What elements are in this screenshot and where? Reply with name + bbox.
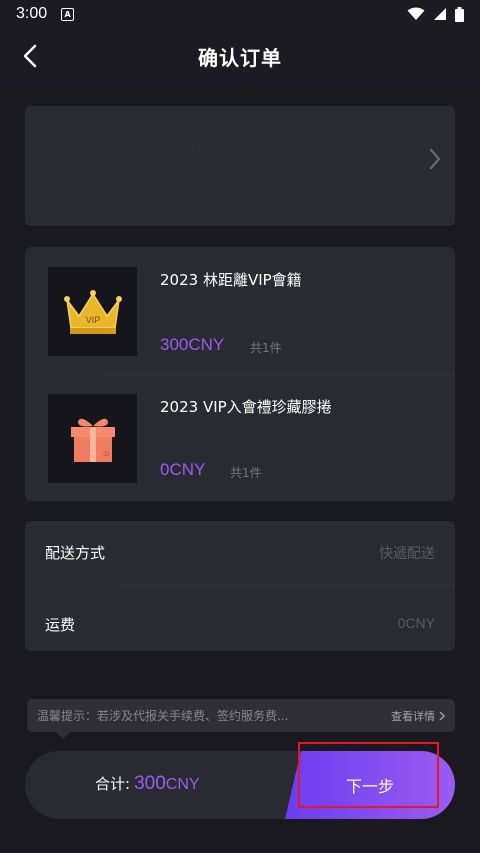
vip-crown-icon: VIP [63, 289, 122, 334]
battery-icon [455, 6, 464, 22]
gift-box-label: JJ [103, 452, 109, 458]
product-list: VIP 2023 林距離VIP會籍 300CNY 共1件 JJ 2023 VIP… [25, 247, 455, 501]
product-thumbnail: VIP [48, 267, 137, 356]
tip-pointer [55, 731, 71, 739]
product-item[interactable]: VIP 2023 林距離VIP會籍 300CNY 共1件 [25, 247, 455, 373]
total-amount-number: 300 [134, 773, 166, 794]
delivery-method-value[interactable]: 快遞配送 [379, 543, 435, 563]
product-quantity: 共1件 [250, 341, 282, 355]
chevron-right-icon [429, 148, 441, 170]
total-amount-unit: CNY [165, 776, 200, 793]
product-name: 2023 林距離VIP會籍 [160, 271, 302, 289]
view-details-link[interactable]: 查看详情 [391, 708, 445, 724]
delivery-card: 配送方式 快遞配送 运费 0CNY [25, 521, 455, 651]
chevron-right-icon [439, 711, 445, 720]
back-arrow-icon [23, 44, 37, 68]
total-amount: 300CNY [134, 773, 199, 795]
next-step-button[interactable]: 下一步 [285, 751, 455, 819]
gift-box-icon: JJ [70, 418, 115, 462]
view-details-label: 查看详情 [391, 709, 435, 723]
product-price: 300CNY [160, 335, 225, 354]
product-thumbnail: JJ [48, 394, 137, 483]
product-item[interactable]: JJ 2023 VIP入會禮珍藏膠捲 0CNY 共1件 [25, 374, 455, 500]
address-text: · · · · [185, 142, 208, 153]
next-step-label: 下一步 [345, 777, 394, 796]
address-selector[interactable]: · · · · [25, 106, 455, 226]
delivery-method-label: 配送方式 [45, 544, 106, 562]
status-icons [407, 6, 464, 22]
total-label: 合计: [95, 775, 131, 793]
vip-crown-label: VIP [85, 315, 100, 325]
product-price: 0CNY [160, 460, 206, 479]
shipping-fee-label: 运费 [45, 616, 76, 634]
app-notification-icon: A [61, 7, 75, 21]
shipping-fee-value: 0CNY [397, 615, 435, 631]
page-title: 确认订单 [198, 45, 282, 70]
header: 确认订单 [0, 28, 480, 84]
divider [121, 585, 455, 586]
tip-bar: 温馨提示：若涉及代报关手续费、签约服务费... 查看详情 [27, 699, 455, 732]
back-button[interactable] [10, 36, 50, 76]
tip-text: 温馨提示：若涉及代报关手续费、签约服务费... [37, 709, 289, 723]
status-time: 3:00 [16, 5, 48, 22]
wifi-icon [407, 7, 425, 20]
order-total: 合计: 300CNY [95, 773, 200, 795]
status-bar: 3:00 A [0, 0, 480, 28]
product-name: 2023 VIP入會禮珍藏膠捲 [160, 398, 332, 416]
signal-icon [434, 8, 446, 20]
checkout-bar: 合计: 300CNY 下一步 [25, 751, 455, 819]
product-quantity: 共1件 [230, 466, 262, 480]
